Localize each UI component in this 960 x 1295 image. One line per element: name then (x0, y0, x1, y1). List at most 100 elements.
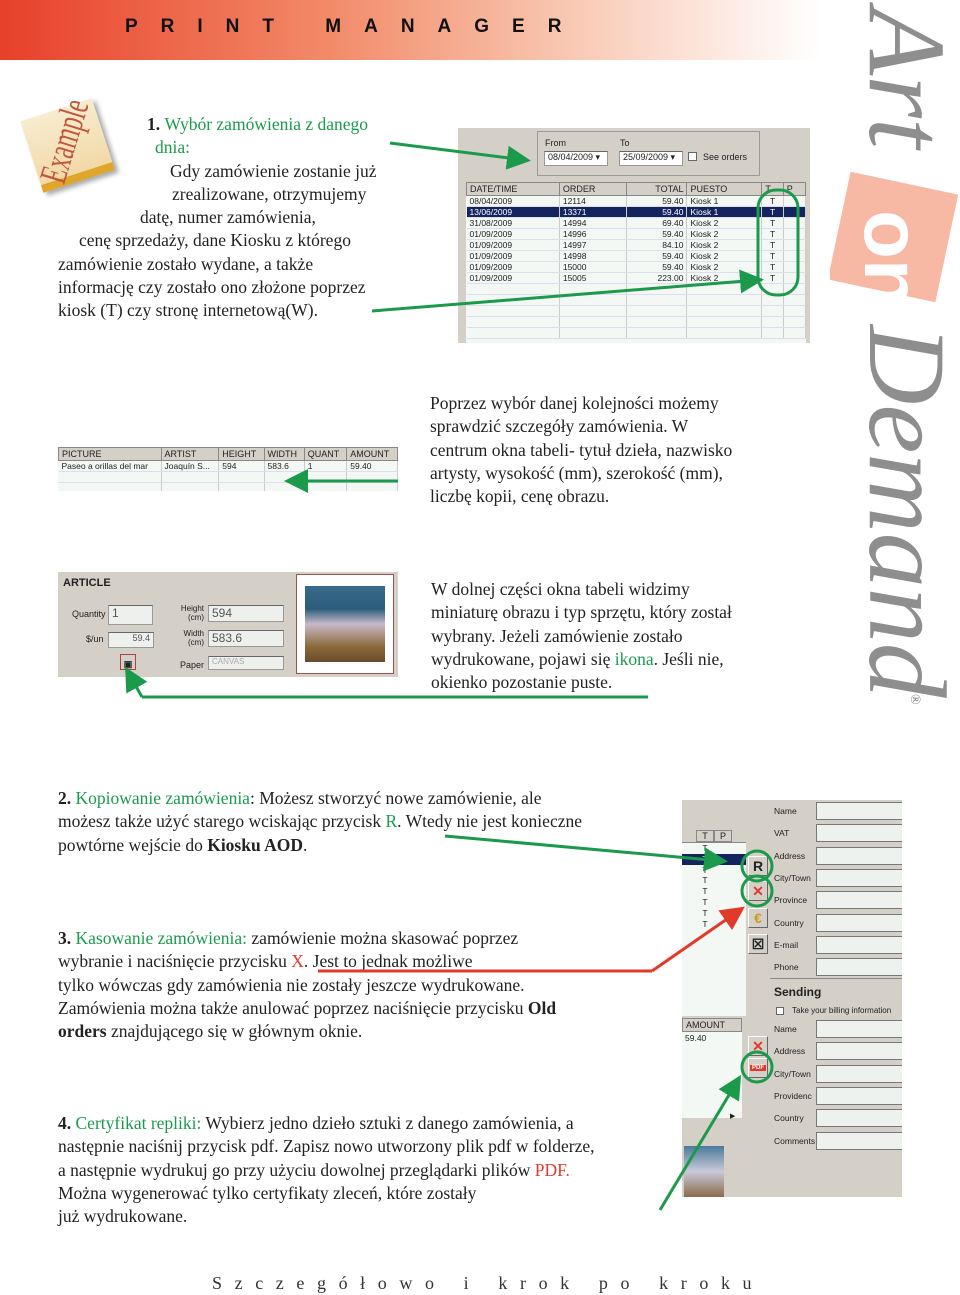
text-input[interactable] (816, 1109, 902, 1128)
table-row[interactable]: 01/09/2009 14997 84.10 Kiosk 2T (466, 239, 807, 251)
table-row[interactable]: 01/09/2009 14998 59.40 Kiosk 2T (466, 250, 807, 262)
table-row[interactable]: T (682, 865, 746, 876)
table-cell: 31/08/2009 (466, 217, 560, 229)
text-line: 3. Kasowanie zamówienia: zamówienie możn… (58, 927, 556, 950)
text-segment: W dolnej części okna tabeli widzimy (431, 579, 690, 599)
table-row[interactable]: Paseo a orillas del mar Joaquín S... 594 58… (58, 460, 398, 472)
text-segment: Certyfikat repliki: (75, 1113, 202, 1133)
table-cell: 01/09/2009 (466, 239, 560, 251)
table-cell: Paseo a orillas del mar (58, 460, 162, 472)
pdf-button[interactable]: PDF (748, 1058, 768, 1078)
text-line: 1. Wybór zamówienia z danego (147, 113, 455, 136)
table-cell: 13371 (559, 206, 628, 218)
table-row[interactable]: T (682, 908, 746, 919)
text-input[interactable] (816, 958, 902, 977)
text-line: W dolnej części okna tabeli widzimy (431, 578, 732, 601)
billing-checkbox[interactable] (776, 1007, 784, 1015)
text-segment: datę, numer zamówienia, (140, 207, 316, 228)
table-cell: 59.40 (626, 228, 688, 240)
text-line: datę, numer zamówienia, (140, 206, 448, 229)
text-line: artysty, wysokość (mm), szerokość (mm), (430, 462, 732, 485)
text-segment: X (291, 951, 304, 972)
text-line: wydrukowane, pojawi się ikona. Jeśli nie… (431, 648, 732, 671)
text-input[interactable] (816, 1042, 902, 1061)
table-row[interactable]: 13/06/2009 13371 59.40 Kiosk 1T (466, 206, 807, 218)
column-header[interactable]: TOTAL (626, 182, 688, 196)
table-cell: Kiosk 2 (686, 272, 763, 284)
table-row[interactable]: 01/09/2009 15005 223.00 Kiosk 2T (466, 272, 807, 284)
column-header[interactable]: ARTIST (160, 447, 220, 461)
column-header[interactable]: PICTURE (58, 447, 162, 461)
text-input[interactable] (816, 1131, 902, 1150)
cancel-box-button[interactable]: ☒ (748, 934, 768, 954)
form-field: Phone (770, 958, 902, 978)
text-segment: Kopiowanie zamówienia (75, 788, 250, 808)
text-input[interactable] (816, 891, 902, 910)
text-line: orders znajdującego się w głównym oknie. (58, 1020, 556, 1043)
column-header[interactable]: AMOUNT (346, 447, 398, 461)
height-field[interactable]: 594 (208, 605, 284, 622)
to-date-select[interactable]: 25/09/2009 ▾ (619, 151, 683, 166)
text-segment: następnie naciśnij przycisk pdf. Zapisz … (58, 1136, 595, 1157)
paper-select[interactable]: CANVAS (208, 656, 284, 670)
table-cell (783, 206, 807, 218)
table-row[interactable]: T (682, 919, 746, 930)
table-cell: 594 (218, 460, 265, 472)
text-segment: a następnie wydrukuj go przy użyciu dowo… (58, 1159, 535, 1180)
text-input[interactable] (816, 935, 902, 954)
text-segment: . Jeśli nie, (653, 648, 724, 669)
column-header[interactable]: P (782, 182, 807, 196)
table-cell: 59.40 (626, 206, 688, 218)
column-header[interactable]: QUANT (303, 447, 348, 461)
column-header[interactable]: T (761, 182, 784, 196)
text-input[interactable] (816, 1086, 902, 1105)
text-line: dnia: (155, 136, 463, 159)
text-input[interactable] (816, 913, 902, 932)
form-field: City/Town (770, 868, 902, 889)
text-input[interactable] (816, 846, 902, 865)
width-field[interactable]: 583.6 (208, 630, 284, 647)
text-input[interactable] (816, 802, 902, 820)
text-input[interactable] (816, 1020, 902, 1038)
table-cell: 1 (304, 460, 348, 472)
scroll-right-arrow[interactable]: ▶ (730, 1112, 740, 1122)
table-row[interactable]: 08/04/2009 12114 59.40 Kiosk 1T (466, 195, 807, 207)
text-input[interactable] (816, 1064, 902, 1083)
text-input[interactable] (816, 868, 902, 887)
delete-item-x-button[interactable]: ✕ (748, 1036, 768, 1056)
column-header[interactable]: ORDER (558, 182, 628, 196)
table-row[interactable]: 01/09/2009 14996 59.40 Kiosk 2T (466, 228, 807, 240)
table-cell: Kiosk 2 (686, 239, 763, 251)
column-header[interactable]: DATE/TIME (466, 182, 560, 196)
column-header[interactable]: HEIGHT (218, 447, 265, 461)
table-row[interactable]: T (682, 886, 746, 897)
from-date-select[interactable]: 08/04/2009 ▾ (544, 151, 608, 166)
text-segment: 3. (58, 928, 76, 948)
column-header[interactable]: WIDTH (263, 447, 305, 461)
euro-button[interactable]: € (748, 908, 768, 928)
table-row[interactable]: 31/08/2009 14994 69.40 Kiosk 2T (466, 217, 807, 229)
text-segment: Wybierz jedno dzieło sztuki z danego zam… (201, 1113, 574, 1133)
table-cell (783, 228, 807, 240)
delete-order-x-button[interactable]: ✕ (748, 881, 768, 901)
table-row[interactable]: 01/09/2009 15000 59.40 Kiosk 2T (466, 261, 807, 273)
copy-order-r-button[interactable]: R (748, 856, 768, 876)
section-1-text: 1. Wybór zamówienia z danego dnia: Gdy zam… (58, 113, 377, 323)
text-input[interactable] (816, 824, 902, 843)
text-segment: : Możesz stworzyć nowe zamówienie, ale (249, 788, 542, 808)
table-row[interactable]: T (682, 843, 746, 854)
quantity-field[interactable]: 1 (108, 605, 153, 625)
table-cell: T (761, 195, 784, 207)
printed-icon[interactable]: ▣ (120, 654, 136, 670)
see-orders-checkbox[interactable] (688, 152, 697, 161)
table-row[interactable]: T (682, 897, 746, 908)
text-line: cenę sprzedaży, dane Kiosku z którego (79, 229, 387, 252)
price-field[interactable]: 59.4 (108, 632, 154, 648)
text-segment: zrealizowane, otrzymujemy (172, 183, 367, 204)
column-header[interactable]: PUESTO (686, 182, 763, 196)
table-row[interactable]: T (682, 875, 746, 886)
table-cell: 69.40 (626, 217, 688, 229)
text-line: 4. Certyfikat repliki: Wybierz jedno dzi… (58, 1112, 595, 1135)
table-row[interactable]: T (682, 853, 746, 865)
text-segment: informację czy zostało ono złożone poprz… (58, 277, 366, 298)
